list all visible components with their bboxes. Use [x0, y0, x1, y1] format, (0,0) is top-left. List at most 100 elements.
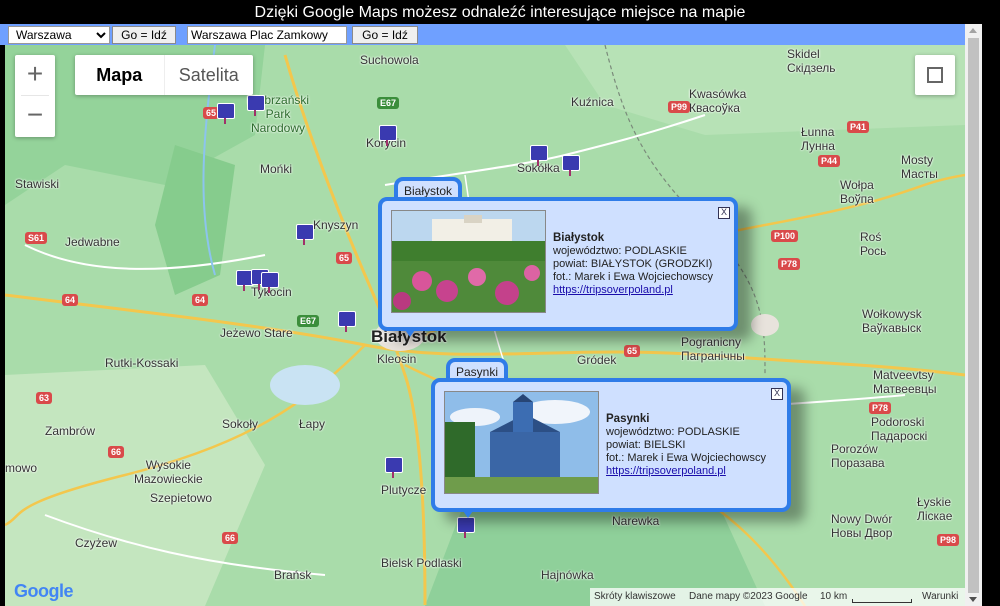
- place-label: Roś Рось: [860, 230, 887, 258]
- scroll-thumb[interactable]: [968, 38, 979, 593]
- popup-info-bialystok: Białystok województwo: PODLASKIE powiat:…: [553, 232, 713, 297]
- popup-name: Białystok: [553, 232, 605, 244]
- road-shield-icon: S61: [25, 232, 48, 244]
- popup-name: Pasynki: [606, 413, 650, 425]
- place-label: Porozów Поразава: [831, 442, 885, 470]
- road-shield-icon: 65: [336, 252, 353, 264]
- road-shield-icon: P41: [847, 121, 870, 133]
- place-label: Brańsk: [274, 568, 312, 582]
- go-button-address[interactable]: Go = Idź: [352, 26, 418, 44]
- close-icon[interactable]: X: [771, 388, 783, 400]
- place-label: mowo: [5, 461, 38, 475]
- road-shield-icon: P100: [771, 230, 799, 242]
- photo-bialystok: [391, 210, 546, 313]
- place-label: Czyżew: [75, 536, 118, 550]
- fullscreen-button[interactable]: [915, 55, 955, 95]
- road-shield-icon: P99: [668, 101, 691, 113]
- popup-voivodeship: województwo: PODLASKIE: [606, 426, 740, 438]
- popup-pointer: [461, 508, 475, 518]
- attraction-marker-icon[interactable]: [379, 125, 397, 146]
- address-input[interactable]: [187, 26, 347, 44]
- place-label: Łyskie Ліскае: [917, 495, 953, 523]
- zoom-out-button[interactable]: −: [15, 96, 55, 136]
- place-label: Sokoły: [222, 417, 259, 431]
- place-label: Gródek: [577, 353, 617, 367]
- road-shield-icon: P78: [778, 258, 801, 270]
- place-label: Bielsk Podlaski: [381, 556, 462, 570]
- attraction-marker-icon[interactable]: [296, 224, 314, 245]
- scroll-up-icon[interactable]: [969, 28, 977, 33]
- popup-county: powiat: BIAŁYSTOK (GRODZKI): [553, 258, 713, 270]
- road-shield-icon: 66: [108, 446, 125, 458]
- map-type-control: Mapa Satelita: [75, 55, 253, 95]
- road-shield-icon: P78: [869, 402, 892, 414]
- place-label: Suchowola: [360, 53, 419, 67]
- road-shield-icon: P44: [818, 155, 841, 167]
- go-button-city[interactable]: Go = Idź: [112, 26, 176, 44]
- scale-bar: [852, 599, 912, 603]
- popup-link[interactable]: https://tripsoverpoland.pl: [553, 284, 673, 296]
- scroll-down-icon[interactable]: [969, 597, 977, 602]
- popup-photo-credit: fot.: Marek i Ewa Wojciechowscy: [606, 452, 766, 464]
- map-canvas[interactable]: Suchowola Kuźnica Skidel Скідзель Kwasów…: [5, 45, 965, 606]
- window-edge: [982, 24, 1000, 606]
- terms-link[interactable]: Warunki: [922, 588, 958, 606]
- place-label: Skidel Скідзель: [787, 47, 836, 75]
- map-data-attribution: Dane mapy ©2023 Google: [689, 591, 808, 602]
- place-label: Mońki: [260, 162, 293, 176]
- place-label: Łunna Лунна: [801, 125, 835, 153]
- road-shield-icon: E67: [377, 97, 400, 109]
- place-label: Knyszyn: [313, 218, 359, 232]
- place-label: Pogranicny Пагранічны: [681, 335, 745, 363]
- road-shield-icon: 65: [624, 345, 641, 357]
- road-shield-icon: E67: [297, 315, 320, 327]
- place-label: Wołkowysk Ваўкавыск: [862, 307, 922, 335]
- place-label: Kwasówka Квасоўка: [689, 87, 747, 115]
- road-shield-icon: 64: [192, 294, 209, 306]
- place-label: Kuźnica: [571, 95, 614, 109]
- scale-label[interactable]: 10 km: [820, 588, 847, 606]
- info-window-pasynki: Pasynki województwo: PODLASKIE powiat: B…: [431, 378, 791, 512]
- attraction-marker-icon[interactable]: [457, 517, 475, 538]
- attraction-marker-icon[interactable]: [530, 145, 548, 166]
- road-shield-icon: P98: [937, 534, 960, 546]
- popup-voivodeship: województwo: PODLASKIE: [553, 245, 687, 257]
- place-label: Jeżewo Stare: [220, 326, 293, 340]
- toolbar: Warszawa Go = Idź Go = Idź: [0, 24, 968, 45]
- map-type-satellite-button[interactable]: Satelita: [165, 55, 254, 95]
- popup-link[interactable]: https://tripsoverpoland.pl: [606, 465, 726, 477]
- map-type-map-button[interactable]: Mapa: [75, 55, 165, 95]
- attraction-marker-icon[interactable]: [562, 155, 580, 176]
- place-label: Mosty Масты: [901, 153, 938, 181]
- page-title: Dzięki Google Maps możesz odnaleźć inter…: [0, 0, 1000, 24]
- close-icon[interactable]: X: [718, 207, 730, 219]
- place-label: Wysokie Mazowieckie: [134, 458, 203, 486]
- zoom-in-button[interactable]: +: [15, 55, 55, 95]
- popup-info-pasynki: Pasynki województwo: PODLASKIE powiat: B…: [606, 413, 766, 478]
- keyboard-shortcuts-link[interactable]: Skróty klawiszowe: [594, 588, 676, 606]
- place-label: Rutki-Kossaki: [105, 356, 179, 370]
- place-label: Jedwabne: [65, 235, 120, 249]
- attraction-marker-icon[interactable]: [261, 272, 279, 293]
- google-logo[interactable]: Google: [14, 581, 74, 602]
- attraction-marker-icon[interactable]: [247, 95, 265, 116]
- place-label: Kleosin: [377, 352, 417, 366]
- fullscreen-icon: [927, 67, 943, 83]
- attraction-marker-icon[interactable]: [338, 311, 356, 332]
- place-label: Hajnówka: [541, 568, 594, 582]
- place-label: Nowy Dwór Новы Двор: [831, 512, 893, 540]
- city-select[interactable]: Warszawa: [8, 26, 110, 44]
- place-label: Łapy: [299, 417, 326, 431]
- place-label: Szepietowo: [150, 491, 213, 505]
- zoom-control: + −: [15, 55, 55, 137]
- vertical-scrollbar[interactable]: [965, 24, 982, 606]
- place-label: Podoroski Падароскі: [871, 415, 928, 443]
- attraction-marker-icon[interactable]: [217, 103, 235, 124]
- place-label: Zambrów: [45, 424, 96, 438]
- place-label: Wołpa Воўпа: [840, 178, 874, 206]
- place-label: Matveevtsy Матвеевцы: [873, 368, 937, 396]
- photo-pasynki: [444, 391, 599, 494]
- attraction-marker-icon[interactable]: [385, 457, 403, 478]
- popup-pointer: [403, 327, 417, 337]
- popup-county: powiat: BIELSKI: [606, 439, 686, 451]
